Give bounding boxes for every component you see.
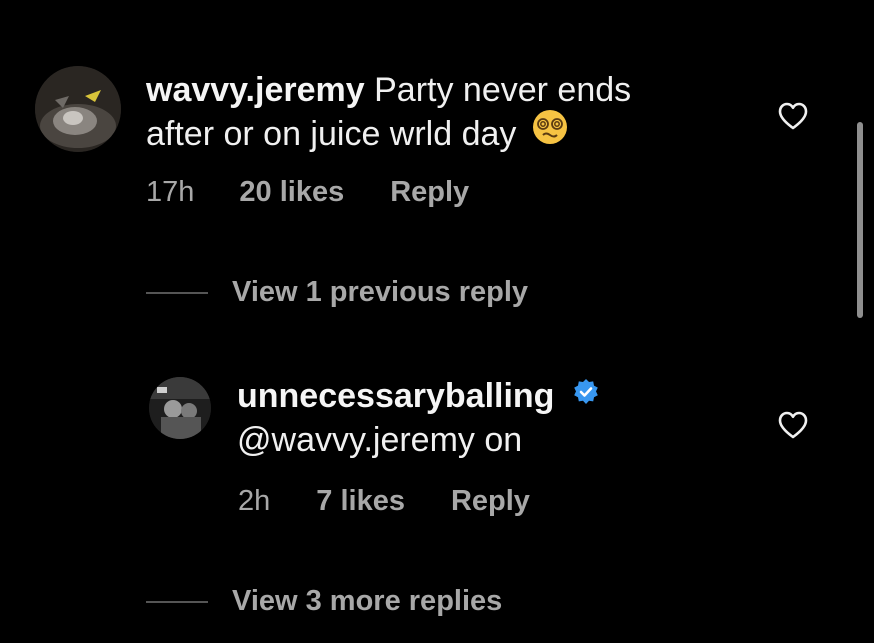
heart-outline-icon[interactable]	[777, 101, 809, 131]
verified-badge-icon	[572, 373, 600, 417]
comment-meta: 2h 7 likes Reply	[238, 485, 530, 518]
divider-line	[146, 600, 208, 603]
comment-text-line1: Party never ends	[374, 71, 632, 109]
likes-count[interactable]: 7 likes	[316, 485, 405, 518]
view-replies-label[interactable]: View 3 more replies	[232, 585, 502, 618]
view-replies-label[interactable]: View 1 previous reply	[232, 276, 528, 309]
avatar[interactable]	[35, 66, 121, 152]
reply-button[interactable]: Reply	[390, 176, 469, 209]
comment-username[interactable]: wavvy.jeremy	[146, 71, 365, 109]
scrollbar[interactable]	[857, 122, 863, 318]
comment-text: wavvy.jeremy Party never ends	[146, 68, 631, 112]
comment-username[interactable]: unnecessaryballing	[237, 377, 554, 415]
view-more-replies[interactable]: View 3 more replies	[146, 585, 502, 618]
divider-line	[146, 291, 208, 294]
comment-text-line2: after or on juice wrld day	[146, 115, 517, 153]
reply-button[interactable]: Reply	[451, 485, 530, 518]
comment-text-body: @wavvy.jeremy on	[237, 421, 523, 459]
comment-text: unnecessaryballing	[237, 374, 600, 418]
likes-count[interactable]: 20 likes	[239, 176, 344, 209]
comment-wavvy-jeremy: wavvy.jeremy Party never ends after or o…	[35, 66, 631, 156]
comment-text-line2-row: after or on juice wrld day	[146, 109, 631, 156]
view-previous-replies[interactable]: View 1 previous reply	[146, 276, 528, 309]
dizzy-face-emoji-icon	[532, 109, 568, 156]
heart-outline-icon[interactable]	[777, 410, 809, 440]
avatar[interactable]	[149, 377, 211, 439]
comment-meta: 17h 20 likes Reply	[146, 176, 469, 209]
comment-time: 17h	[146, 176, 195, 208]
comment-time: 2h	[238, 485, 271, 517]
comment-unnecessaryballing: unnecessaryballing @wavvy.jeremy on	[149, 377, 600, 462]
